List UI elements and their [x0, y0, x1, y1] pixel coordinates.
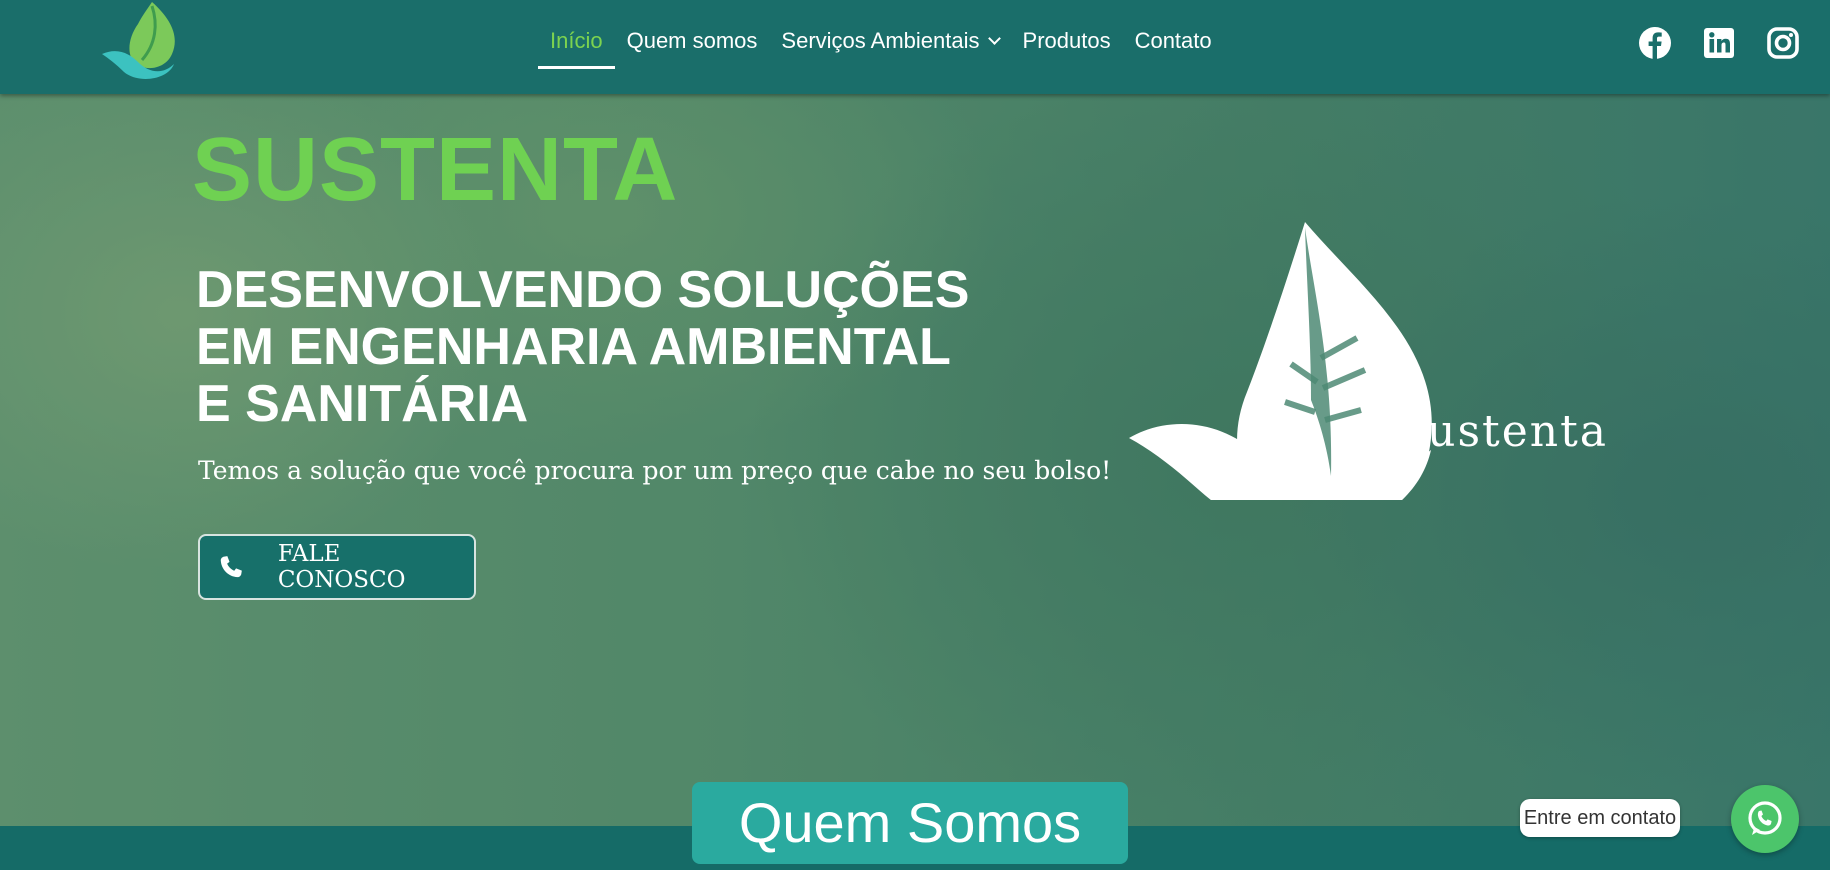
quem-somos-heading: Quem Somos — [692, 782, 1128, 864]
nav-item-servicos-ambientais[interactable]: Serviços Ambientais — [781, 28, 1001, 54]
facebook-icon[interactable] — [1638, 26, 1672, 60]
chat-label[interactable]: Entre em contato — [1520, 799, 1680, 837]
hero-headline-line: DESENVOLVENDO SOLUÇÕES — [196, 261, 970, 319]
sustenta-logo-graphic — [1129, 222, 1432, 500]
hero-tagline: Temos a solução que você procura por um … — [198, 456, 1112, 485]
main-nav: Início Quem somos Serviços Ambientais Pr… — [538, 28, 1224, 69]
instagram-icon[interactable] — [1766, 26, 1800, 60]
nav-item-quem-somos[interactable]: Quem somos — [627, 28, 758, 54]
linkedin-icon[interactable] — [1702, 26, 1736, 60]
whatsapp-icon — [1748, 801, 1782, 835]
hero-logo-text: Sustenta — [1395, 406, 1609, 457]
hero-headline-line: E SANITÁRIA — [196, 375, 529, 433]
nav-item-servicos-label: Serviços Ambientais — [781, 28, 980, 53]
chevron-down-icon — [987, 32, 1001, 45]
hero-brand: SUSTENTA — [192, 120, 679, 220]
nav-item-inicio[interactable]: Início — [538, 28, 615, 69]
nav-item-produtos[interactable]: Produtos — [1023, 28, 1111, 54]
whatsapp-button[interactable] — [1731, 785, 1799, 853]
fale-conosco-button[interactable]: FALE CONOSCO — [198, 534, 476, 600]
social-links — [1638, 26, 1830, 60]
hero-headline-line: EM ENGENHARIA AMBIENTAL — [196, 318, 951, 376]
phone-icon — [220, 556, 242, 578]
hero-headline: DESENVOLVENDO SOLUÇÕES EM ENGENHARIA AMB… — [196, 262, 1076, 433]
site-logo[interactable] — [98, 0, 184, 82]
fale-conosco-label: FALE CONOSCO — [277, 541, 406, 593]
nav-item-contato[interactable]: Contato — [1135, 28, 1212, 54]
site-header: Início Quem somos Serviços Ambientais Pr… — [0, 0, 1830, 94]
